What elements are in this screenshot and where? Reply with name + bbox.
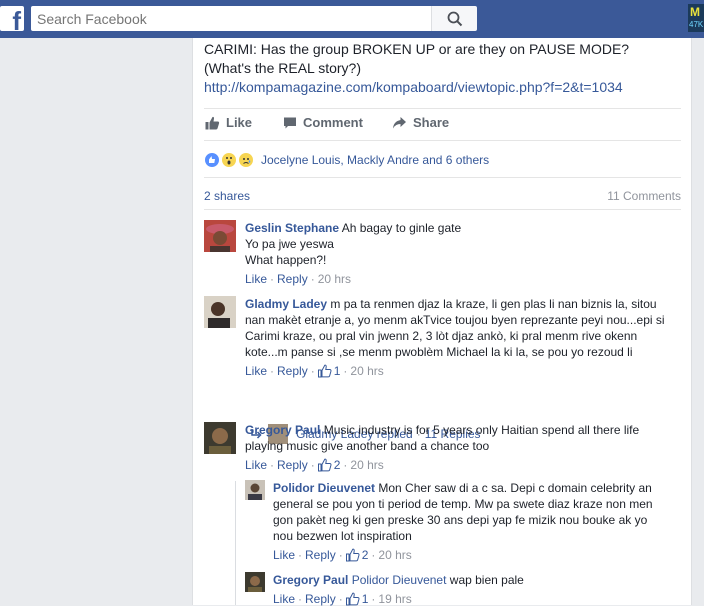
facebook-logo-letter: f (12, 6, 21, 36)
post-body: CARIMI: Has the group BROKEN UP or are t… (204, 40, 684, 97)
avatar[interactable] (204, 220, 236, 252)
comment-reply-link[interactable]: Reply (277, 364, 308, 378)
comment-author[interactable]: Gregory Paul (273, 573, 348, 587)
shares-link[interactable]: 2 shares (204, 189, 250, 203)
share-arrow-icon (393, 116, 406, 128)
comment-time[interactable]: 20 hrs (350, 364, 383, 378)
thumbs-up-icon (345, 592, 360, 606)
comment-label: Comment (303, 115, 363, 130)
avatar[interactable] (204, 422, 236, 454)
thumbs-up-icon (317, 364, 332, 378)
avatar-image (245, 480, 265, 500)
post-text-line: CARIMI: Has the group BROKEN UP or are t… (204, 41, 630, 57)
like-reaction-icon (204, 152, 220, 168)
comment-like-link[interactable]: Like (245, 364, 267, 378)
comment-text: What happen?! (245, 253, 327, 267)
comment-text: wap bien pale (449, 573, 524, 587)
comment-button[interactable]: Comment (283, 115, 363, 130)
avatar-image (204, 422, 236, 454)
comment-likes-count[interactable]: 1 (334, 364, 341, 378)
comment-like-link[interactable]: Like (273, 592, 295, 606)
search-icon (447, 11, 463, 27)
comment-text: Carimi kraze, ou pral vin jwenn 2, 3 lòt… (245, 329, 638, 343)
comment-time[interactable]: 20 hrs (350, 458, 383, 472)
comment-body: Gregory Paul Polidor Dieuvenet wap bien … (273, 572, 524, 588)
comment-time[interactable]: 20 hrs (318, 272, 351, 286)
comment-text: m pa ta renmen djaz la kraze, li gen pla… (330, 297, 657, 311)
comment-likes-count[interactable]: 2 (334, 458, 341, 472)
post-card: CARIMI: Has the group BROKEN UP or are t… (192, 38, 692, 606)
reactions-summary[interactable]: Jocelyne Louis, Mackly Andre and 6 other… (204, 151, 489, 169)
divider (204, 108, 681, 109)
comment-reply-link[interactable]: Reply (305, 548, 336, 562)
comment-text: nan makèt etranje a, yo menm akTvice tou… (245, 313, 665, 327)
comment-body: Polidor Dieuvenet Mon Cher saw di a c sa… (273, 480, 653, 544)
comment-text: playing music give another band a chance… (245, 439, 490, 453)
reply-thread-line (235, 481, 236, 605)
avatar-image (245, 572, 265, 592)
thumbnail-text-top: M (690, 5, 700, 19)
comment-reply-link[interactable]: Reply (277, 458, 308, 472)
sidebar-thumbnail[interactable]: M 47K (688, 4, 704, 32)
share-label: Share (413, 115, 450, 130)
avatar-image (204, 296, 236, 328)
avatar[interactable] (245, 480, 265, 500)
divider (204, 209, 681, 210)
comment-body: Gregory Paul Music industry is for 5 yea… (245, 422, 639, 454)
comment-text: general se pou yon ti period de temp. Mw… (273, 497, 653, 511)
comment-text: Mon Cher saw di a c sa. Depi c domain ce… (378, 481, 652, 495)
post-link[interactable]: http://kompamagazine.com/kompaboard/view… (204, 79, 623, 95)
comment-text: kote...m panse si ,se menm pwoblèm Micha… (245, 345, 633, 359)
reactors-text[interactable]: Jocelyne Louis, Mackly Andre and 6 other… (261, 153, 489, 167)
comment-reply-link[interactable]: Reply (305, 592, 336, 606)
comment-like-link[interactable]: Like (245, 272, 267, 286)
comment-text: Ah bagay to ginle gate (341, 221, 462, 235)
comment-body: Gladmy Ladey m pa ta renmen djaz la kraz… (245, 296, 665, 360)
comment-like-link[interactable]: Like (245, 458, 267, 472)
comment-meta: Like · Reply · 1 · 20 hrs (245, 364, 384, 378)
comment-text: Yo pa jwe yeswa (245, 237, 334, 251)
search-input[interactable] (31, 6, 421, 31)
sad-reaction-icon (238, 152, 254, 168)
thumbs-up-icon (205, 116, 220, 129)
post-text-line: (What's the REAL story?) (204, 60, 361, 76)
comment-likes-count[interactable]: 1 (362, 592, 369, 606)
comment-likes-count[interactable]: 2 (362, 548, 369, 562)
thumbs-up-icon (345, 548, 360, 562)
thumbs-up-icon (317, 458, 332, 472)
comment-meta: Like · Reply · 2 · 20 hrs (273, 548, 412, 562)
comment-body: Geslin Stephane Ah bagay to ginle gate Y… (245, 220, 461, 268)
comment-mention[interactable]: Polidor Dieuvenet (352, 573, 447, 587)
comment-time[interactable]: 20 hrs (378, 548, 411, 562)
top-navigation-bar: f M 47K (0, 0, 704, 38)
comment-icon (284, 117, 296, 128)
search-button[interactable] (431, 6, 477, 31)
like-label: Like (226, 115, 253, 130)
divider (204, 140, 681, 141)
like-button[interactable]: Like (205, 115, 252, 130)
comment-text: nou bezwen lot inspiration (273, 529, 412, 543)
thumbnail-text-bottom: 47K (689, 20, 704, 29)
comment-text: gon pakèt neg ki gen preske 30 ans depi … (273, 513, 648, 527)
avatar[interactable] (204, 296, 236, 328)
facebook-logo[interactable]: f (0, 6, 24, 36)
comment-meta: Like · Reply · 2 · 20 hrs (245, 458, 384, 472)
comment-text: Music industry is for 5 years only Haiti… (323, 423, 640, 437)
comment-meta: Like · Reply · 1 · 19 hrs (273, 592, 412, 606)
divider (204, 177, 681, 178)
comment-time[interactable]: 19 hrs (378, 592, 411, 606)
comment-author[interactable]: Geslin Stephane (245, 221, 339, 235)
search-box[interactable] (31, 6, 431, 31)
comment-author[interactable]: Gladmy Ladey (245, 297, 327, 311)
comment-like-link[interactable]: Like (273, 548, 295, 562)
comment-author[interactable]: Polidor Dieuvenet (273, 481, 375, 495)
wow-reaction-icon (221, 152, 237, 168)
share-button[interactable]: Share (392, 115, 449, 130)
comment-reply-link[interactable]: Reply (277, 272, 308, 286)
comment-author[interactable]: Gregory Paul (245, 423, 320, 437)
comments-count-link[interactable]: 11 Comments (607, 189, 681, 203)
avatar-image (204, 220, 236, 252)
comment-meta: Like · Reply · 20 hrs (245, 272, 352, 286)
avatar[interactable] (245, 572, 265, 592)
